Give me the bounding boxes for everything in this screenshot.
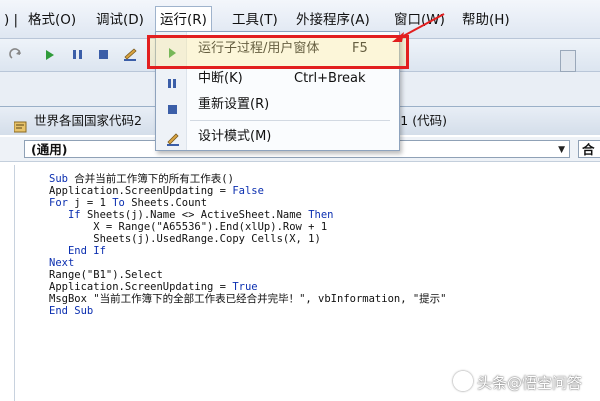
- watermark-text: 头条@悟空问答: [476, 374, 582, 392]
- pause-icon: [166, 73, 178, 88]
- code-line: Sub 合并当前工作簿下的所有工作表(): [49, 173, 234, 185]
- menu-item-partial[interactable]: ) |: [0, 9, 22, 31]
- code-line: X = Range("A65536").End(xlUp).Row + 1: [49, 221, 328, 233]
- code-line: For j = 1 To Sheets.Count: [49, 197, 208, 209]
- run-icon[interactable]: [42, 47, 58, 63]
- menu-item-design-mode[interactable]: 设计模式(M): [156, 124, 399, 150]
- stop-icon: [166, 99, 178, 114]
- chevron-down-icon[interactable]: ▼: [558, 141, 565, 159]
- menu-item-reset[interactable]: 重新设置(R): [156, 92, 399, 118]
- menu-item-label: 重新设置(R): [198, 97, 270, 112]
- watermark-logo-icon: [452, 371, 473, 391]
- menu-help[interactable]: 帮助(H): [458, 9, 514, 31]
- menu-tools[interactable]: 工具(T): [228, 9, 282, 31]
- menu-item-break[interactable]: 中断(K) Ctrl+Break: [156, 66, 399, 92]
- design-mode-icon[interactable]: [122, 47, 138, 63]
- code-editor[interactable]: Sub 合并当前工作簿下的所有工作表() Application.ScreenU…: [14, 165, 587, 401]
- code-line: If Sheets(j).Name <> ActiveSheet.Name Th…: [67, 209, 334, 221]
- vba-module-icon: [13, 115, 27, 133]
- code-line: Next: [49, 257, 75, 269]
- stop-icon[interactable]: [96, 47, 112, 63]
- procedure-dropdown[interactable]: 合: [578, 140, 600, 158]
- highlight-box: [147, 35, 409, 69]
- code-window-title: 世界各国国家代码2: [34, 113, 142, 128]
- code-line: End If: [67, 245, 106, 257]
- design-mode-icon: [166, 131, 179, 146]
- menu-item-label: 设计模式(M): [198, 129, 272, 144]
- redo-icon[interactable]: [8, 47, 24, 63]
- code-line: Application.ScreenUpdating = True: [49, 281, 258, 293]
- watermark: 头条@悟空问答: [452, 371, 582, 393]
- code-line: Range("B1").Select: [49, 269, 163, 281]
- pause-icon[interactable]: [70, 47, 86, 63]
- menu-run[interactable]: 运行(R): [155, 6, 212, 33]
- annotation-arrow-icon: [392, 13, 445, 42]
- menu-item-label: 中断(K): [198, 71, 243, 86]
- menu-separator: [190, 120, 390, 121]
- code-line: End Sub: [49, 305, 94, 317]
- toolbar-scroll-icon[interactable]: [560, 50, 576, 72]
- menu-addins[interactable]: 外接程序(A): [292, 9, 374, 31]
- code-line: Sheets(j).UsedRange.Copy Cells(X, 1): [49, 233, 321, 245]
- procedure-dropdown-value: 合: [582, 142, 595, 157]
- menu-item-shortcut: Ctrl+Break: [294, 71, 366, 86]
- code-line: MsgBox "当前工作簿下的全部工作表已经合并完毕！", vbInformat…: [49, 293, 447, 305]
- menu-format[interactable]: 格式(O): [24, 9, 80, 31]
- object-dropdown-value: (通用): [31, 142, 68, 157]
- code-line: Application.ScreenUpdating = False: [49, 185, 264, 197]
- menu-debug[interactable]: 调试(D): [92, 9, 148, 31]
